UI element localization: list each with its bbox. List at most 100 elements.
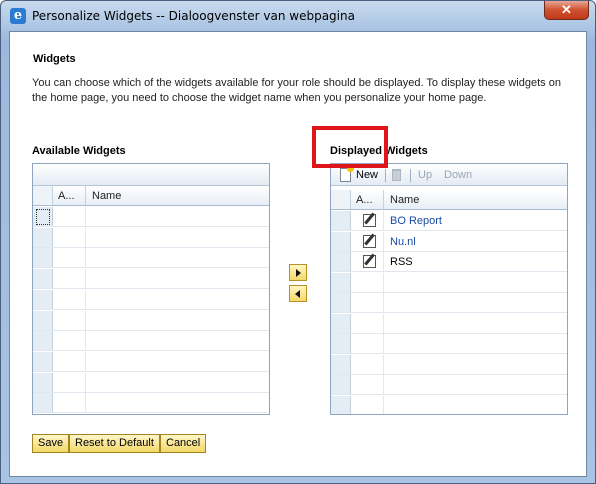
- dialog-content: Widgets You can choose which of the widg…: [9, 31, 587, 477]
- row-cell-a: [351, 272, 384, 292]
- table-row[interactable]: [331, 375, 567, 395]
- row-cell-name: [86, 290, 92, 309]
- available-table-header: A... Name: [33, 186, 269, 206]
- row-selector[interactable]: [33, 310, 53, 330]
- save-button[interactable]: Save: [32, 434, 70, 453]
- widget-link[interactable]: Nu.nl: [384, 232, 416, 251]
- remove-widget-button[interactable]: [289, 285, 307, 302]
- column-header-name[interactable]: Name: [86, 186, 121, 202]
- row-selector[interactable]: [331, 211, 351, 230]
- row-selector[interactable]: [331, 375, 351, 394]
- table-row[interactable]: [33, 207, 269, 227]
- add-widget-button[interactable]: [289, 264, 307, 281]
- row-cell-a: [53, 207, 86, 226]
- window-title: Personalize Widgets -- Dialoogvenster va…: [32, 9, 355, 23]
- arrow-left-icon: [295, 290, 300, 298]
- available-widgets-table: A... Name: [32, 163, 270, 415]
- select-all-header[interactable]: [331, 190, 351, 209]
- column-header-a[interactable]: A...: [351, 190, 384, 209]
- row-selector[interactable]: [331, 272, 351, 292]
- row-cell-name: [86, 269, 92, 288]
- table-row[interactable]: [33, 248, 269, 269]
- table-row[interactable]: [331, 313, 567, 334]
- row-cell-name: [384, 314, 390, 333]
- ie-icon: e: [10, 8, 26, 24]
- row-selector[interactable]: [33, 372, 53, 392]
- table-row[interactable]: Nu.nl: [331, 231, 567, 252]
- displayed-widgets-table: New Up Down A... Name BO Report Nu.nl RSS: [330, 163, 568, 415]
- dialog-window: e Personalize Widgets -- Dialoogvenster …: [0, 0, 596, 484]
- row-cell-a: [53, 227, 86, 247]
- close-button[interactable]: ✕: [544, 1, 589, 20]
- row-cell-a: [351, 252, 384, 271]
- row-cell-name: [384, 375, 390, 394]
- up-button[interactable]: Up: [418, 166, 432, 184]
- edit-icon[interactable]: [363, 234, 376, 248]
- table-row[interactable]: [331, 293, 567, 313]
- close-icon: ✕: [561, 2, 572, 17]
- trash-icon[interactable]: [392, 169, 401, 181]
- row-cell-name: [86, 373, 92, 392]
- table-row[interactable]: [331, 334, 567, 354]
- column-header-a[interactable]: A...: [53, 186, 86, 205]
- table-row[interactable]: [331, 354, 567, 375]
- row-selector[interactable]: [331, 313, 351, 333]
- table-row[interactable]: BO Report: [331, 211, 567, 231]
- row-cell-a: [53, 310, 86, 330]
- row-selector[interactable]: [331, 354, 351, 374]
- widget-link[interactable]: BO Report: [384, 211, 442, 230]
- edit-icon[interactable]: [363, 214, 376, 227]
- row-selector[interactable]: [33, 351, 53, 371]
- available-table-toolbar: [33, 164, 269, 186]
- row-selector[interactable]: [33, 269, 53, 289]
- row-cell-name: [86, 311, 92, 330]
- new-button-highlight: [312, 126, 388, 168]
- table-row[interactable]: [33, 289, 269, 310]
- table-row[interactable]: [33, 269, 269, 290]
- row-cell-a: [351, 334, 384, 353]
- row-cell-a: [53, 372, 86, 392]
- row-cell-a: [53, 269, 86, 289]
- reset-to-default-button[interactable]: Reset to Default: [69, 434, 160, 453]
- table-row[interactable]: [33, 331, 269, 352]
- row-selector[interactable]: [331, 252, 351, 271]
- column-header-name[interactable]: Name: [384, 190, 419, 206]
- row-selector[interactable]: [33, 331, 53, 351]
- row-selector[interactable]: [331, 395, 351, 414]
- row-selector[interactable]: [331, 293, 351, 312]
- new-document-icon: [340, 165, 354, 182]
- row-selector[interactable]: [33, 207, 53, 226]
- focus-indicator: [36, 209, 50, 225]
- available-widgets-label: Available Widgets: [32, 145, 126, 157]
- row-cell-name: [86, 393, 92, 412]
- table-row[interactable]: [331, 395, 567, 415]
- row-cell-name: [86, 228, 92, 247]
- table-row[interactable]: [33, 372, 269, 393]
- row-cell-a: [53, 289, 86, 309]
- row-cell-a: [351, 375, 384, 394]
- row-cell-name: [86, 352, 92, 371]
- row-selector[interactable]: [33, 393, 53, 413]
- row-cell-name: [384, 396, 390, 415]
- table-row[interactable]: [33, 393, 269, 414]
- displayed-table-header: A... Name: [331, 190, 567, 210]
- row-cell-name: [86, 207, 92, 226]
- row-selector[interactable]: [33, 289, 53, 309]
- row-selector[interactable]: [33, 227, 53, 247]
- edit-icon[interactable]: [363, 255, 376, 268]
- cancel-button[interactable]: Cancel: [160, 434, 207, 453]
- table-row[interactable]: RSS: [331, 252, 567, 272]
- row-selector[interactable]: [331, 231, 351, 251]
- down-button[interactable]: Down: [444, 166, 472, 184]
- table-row[interactable]: [331, 272, 567, 293]
- row-selector[interactable]: [33, 248, 53, 268]
- select-all-header[interactable]: [33, 186, 53, 205]
- row-selector[interactable]: [331, 334, 351, 353]
- table-row[interactable]: [33, 227, 269, 248]
- row-cell-a: [53, 331, 86, 351]
- row-cell-name: [384, 273, 390, 292]
- new-button-label: New: [356, 169, 379, 181]
- table-row[interactable]: [33, 351, 269, 372]
- table-row[interactable]: [33, 310, 269, 331]
- description-text: You can choose which of the widgets avai…: [32, 77, 561, 104]
